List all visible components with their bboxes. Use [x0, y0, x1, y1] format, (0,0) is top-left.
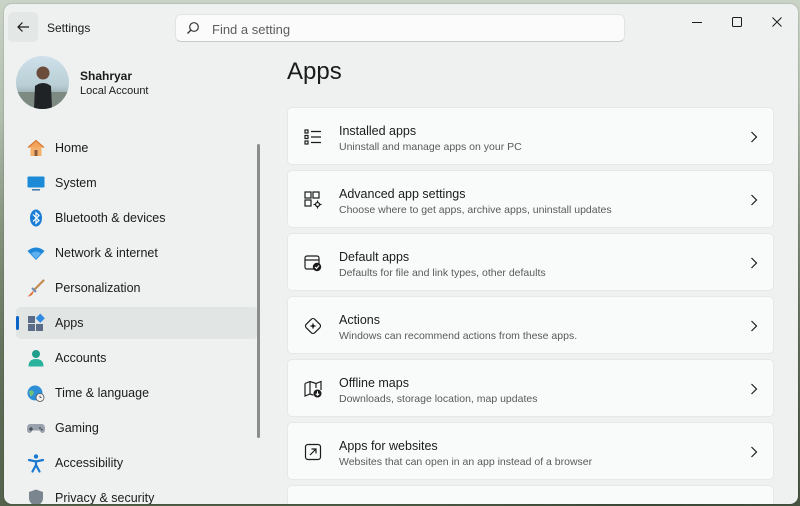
- app-settings-icon: [304, 191, 322, 209]
- sidebar-item-privacy[interactable]: Privacy & security: [16, 482, 258, 504]
- sidebar-item-personalization[interactable]: Personalization: [16, 272, 258, 304]
- settings-window: Settings Find a setting Shahryar Local A…: [4, 4, 798, 504]
- card-installed-apps[interactable]: Installed apps Uninstall and manage apps…: [287, 107, 774, 165]
- search-input[interactable]: [210, 19, 614, 39]
- avatar: [16, 56, 69, 109]
- user-profile[interactable]: Shahryar Local Account: [16, 56, 266, 116]
- map-icon: [304, 380, 322, 398]
- bluetooth-icon: [30, 209, 42, 227]
- person-icon: [28, 350, 44, 367]
- chevron-right-icon: [751, 446, 758, 458]
- actions-icon: [304, 317, 322, 335]
- sidebar-item-accounts[interactable]: Accounts: [16, 342, 258, 374]
- sidebar-item-apps[interactable]: Apps: [16, 307, 258, 339]
- settings-cards: Installed apps Uninstall and manage apps…: [287, 107, 774, 504]
- card-subtitle: Downloads, storage location, map updates: [339, 393, 538, 405]
- sidebar-item-bluetooth[interactable]: Bluetooth & devices: [16, 202, 258, 234]
- page-title: Apps: [287, 58, 342, 85]
- chevron-right-icon: [751, 320, 758, 332]
- card-title: Default apps: [339, 250, 410, 264]
- chevron-right-icon: [751, 383, 758, 395]
- arrow-left-icon: [17, 22, 29, 32]
- brush-icon: [27, 279, 45, 297]
- card-title: Offline maps: [339, 376, 409, 390]
- sidebar-item-label: Network & internet: [55, 246, 158, 260]
- open-link-icon: [304, 443, 322, 461]
- sidebar-item-label: Accessibility: [55, 456, 124, 470]
- title-bar: Settings: [4, 4, 798, 50]
- sidebar-item-label: Personalization: [55, 281, 141, 295]
- sidebar-item-label: Gaming: [55, 421, 99, 435]
- search-box[interactable]: [175, 14, 625, 42]
- system-icon: [27, 176, 45, 191]
- search-icon: [187, 22, 199, 34]
- sidebar-nav: Home System Bluetooth & devices Network …: [16, 132, 258, 504]
- close-icon: [772, 17, 782, 27]
- gamepad-icon: [27, 424, 45, 433]
- accessibility-icon: [27, 454, 45, 473]
- chevron-right-icon: [751, 257, 758, 269]
- app-title: Settings: [47, 21, 91, 35]
- card-advanced-app-settings[interactable]: Advanced app settings Choose where to ge…: [287, 170, 774, 228]
- sidebar-item-network[interactable]: Network & internet: [16, 237, 258, 269]
- chevron-right-icon: [751, 194, 758, 206]
- sidebar-item-accessibility[interactable]: Accessibility: [16, 447, 258, 479]
- card-next-partial[interactable]: [287, 485, 774, 504]
- card-subtitle: Uninstall and manage apps on your PC: [339, 141, 522, 153]
- card-subtitle: Websites that can open in an app instead…: [339, 456, 593, 468]
- sidebar-item-gaming[interactable]: Gaming: [16, 412, 258, 444]
- home-icon: [27, 139, 45, 156]
- card-title: Apps for websites: [339, 439, 438, 453]
- sidebar-item-home[interactable]: Home: [16, 132, 258, 164]
- card-title: Advanced app settings: [339, 187, 466, 201]
- minimize-icon: [692, 22, 702, 23]
- minimize-button[interactable]: [677, 4, 717, 40]
- sidebar-item-label: Home: [55, 141, 89, 155]
- card-actions[interactable]: Actions Windows can recommend actions fr…: [287, 296, 774, 354]
- card-offline-maps[interactable]: Offline maps Downloads, storage location…: [287, 359, 774, 417]
- back-button[interactable]: [8, 12, 38, 42]
- sidebar-item-label: Apps: [55, 316, 84, 330]
- sidebar-item-label: Bluetooth & devices: [55, 211, 166, 225]
- card-subtitle: Defaults for file and link types, other …: [339, 267, 546, 279]
- sidebar-item-label: System: [55, 176, 97, 190]
- default-apps-icon: [304, 255, 322, 272]
- maximize-button[interactable]: [717, 4, 757, 40]
- card-default-apps[interactable]: Default apps Defaults for file and link …: [287, 233, 774, 291]
- apps-icon: [28, 313, 45, 331]
- sidebar-item-label: Time & language: [55, 386, 150, 400]
- card-subtitle: Windows can recommend actions from these…: [339, 330, 578, 342]
- card-apps-for-websites[interactable]: Apps for websites Websites that can open…: [287, 422, 774, 480]
- account-type: Local Account: [80, 85, 149, 97]
- close-button[interactable]: [757, 4, 797, 40]
- globe-clock-icon: [27, 385, 45, 402]
- sidebar-item-time-language[interactable]: Time & language: [16, 377, 258, 409]
- sidebar-item-label: Privacy & security: [55, 491, 155, 504]
- card-title: Installed apps: [339, 124, 417, 138]
- sidebar-item-system[interactable]: System: [16, 167, 258, 199]
- list-icon: [304, 129, 321, 145]
- sidebar-scrollbar[interactable]: [257, 144, 260, 438]
- sidebar-item-label: Accounts: [55, 351, 107, 365]
- wifi-icon: [27, 247, 45, 260]
- shield-icon: [29, 489, 43, 504]
- maximize-icon: [732, 17, 742, 27]
- active-indicator: [16, 316, 19, 330]
- chevron-right-icon: [751, 131, 758, 143]
- card-subtitle: Choose where to get apps, archive apps, …: [339, 204, 612, 216]
- card-title: Actions: [339, 313, 380, 327]
- user-name: Shahryar: [80, 69, 133, 83]
